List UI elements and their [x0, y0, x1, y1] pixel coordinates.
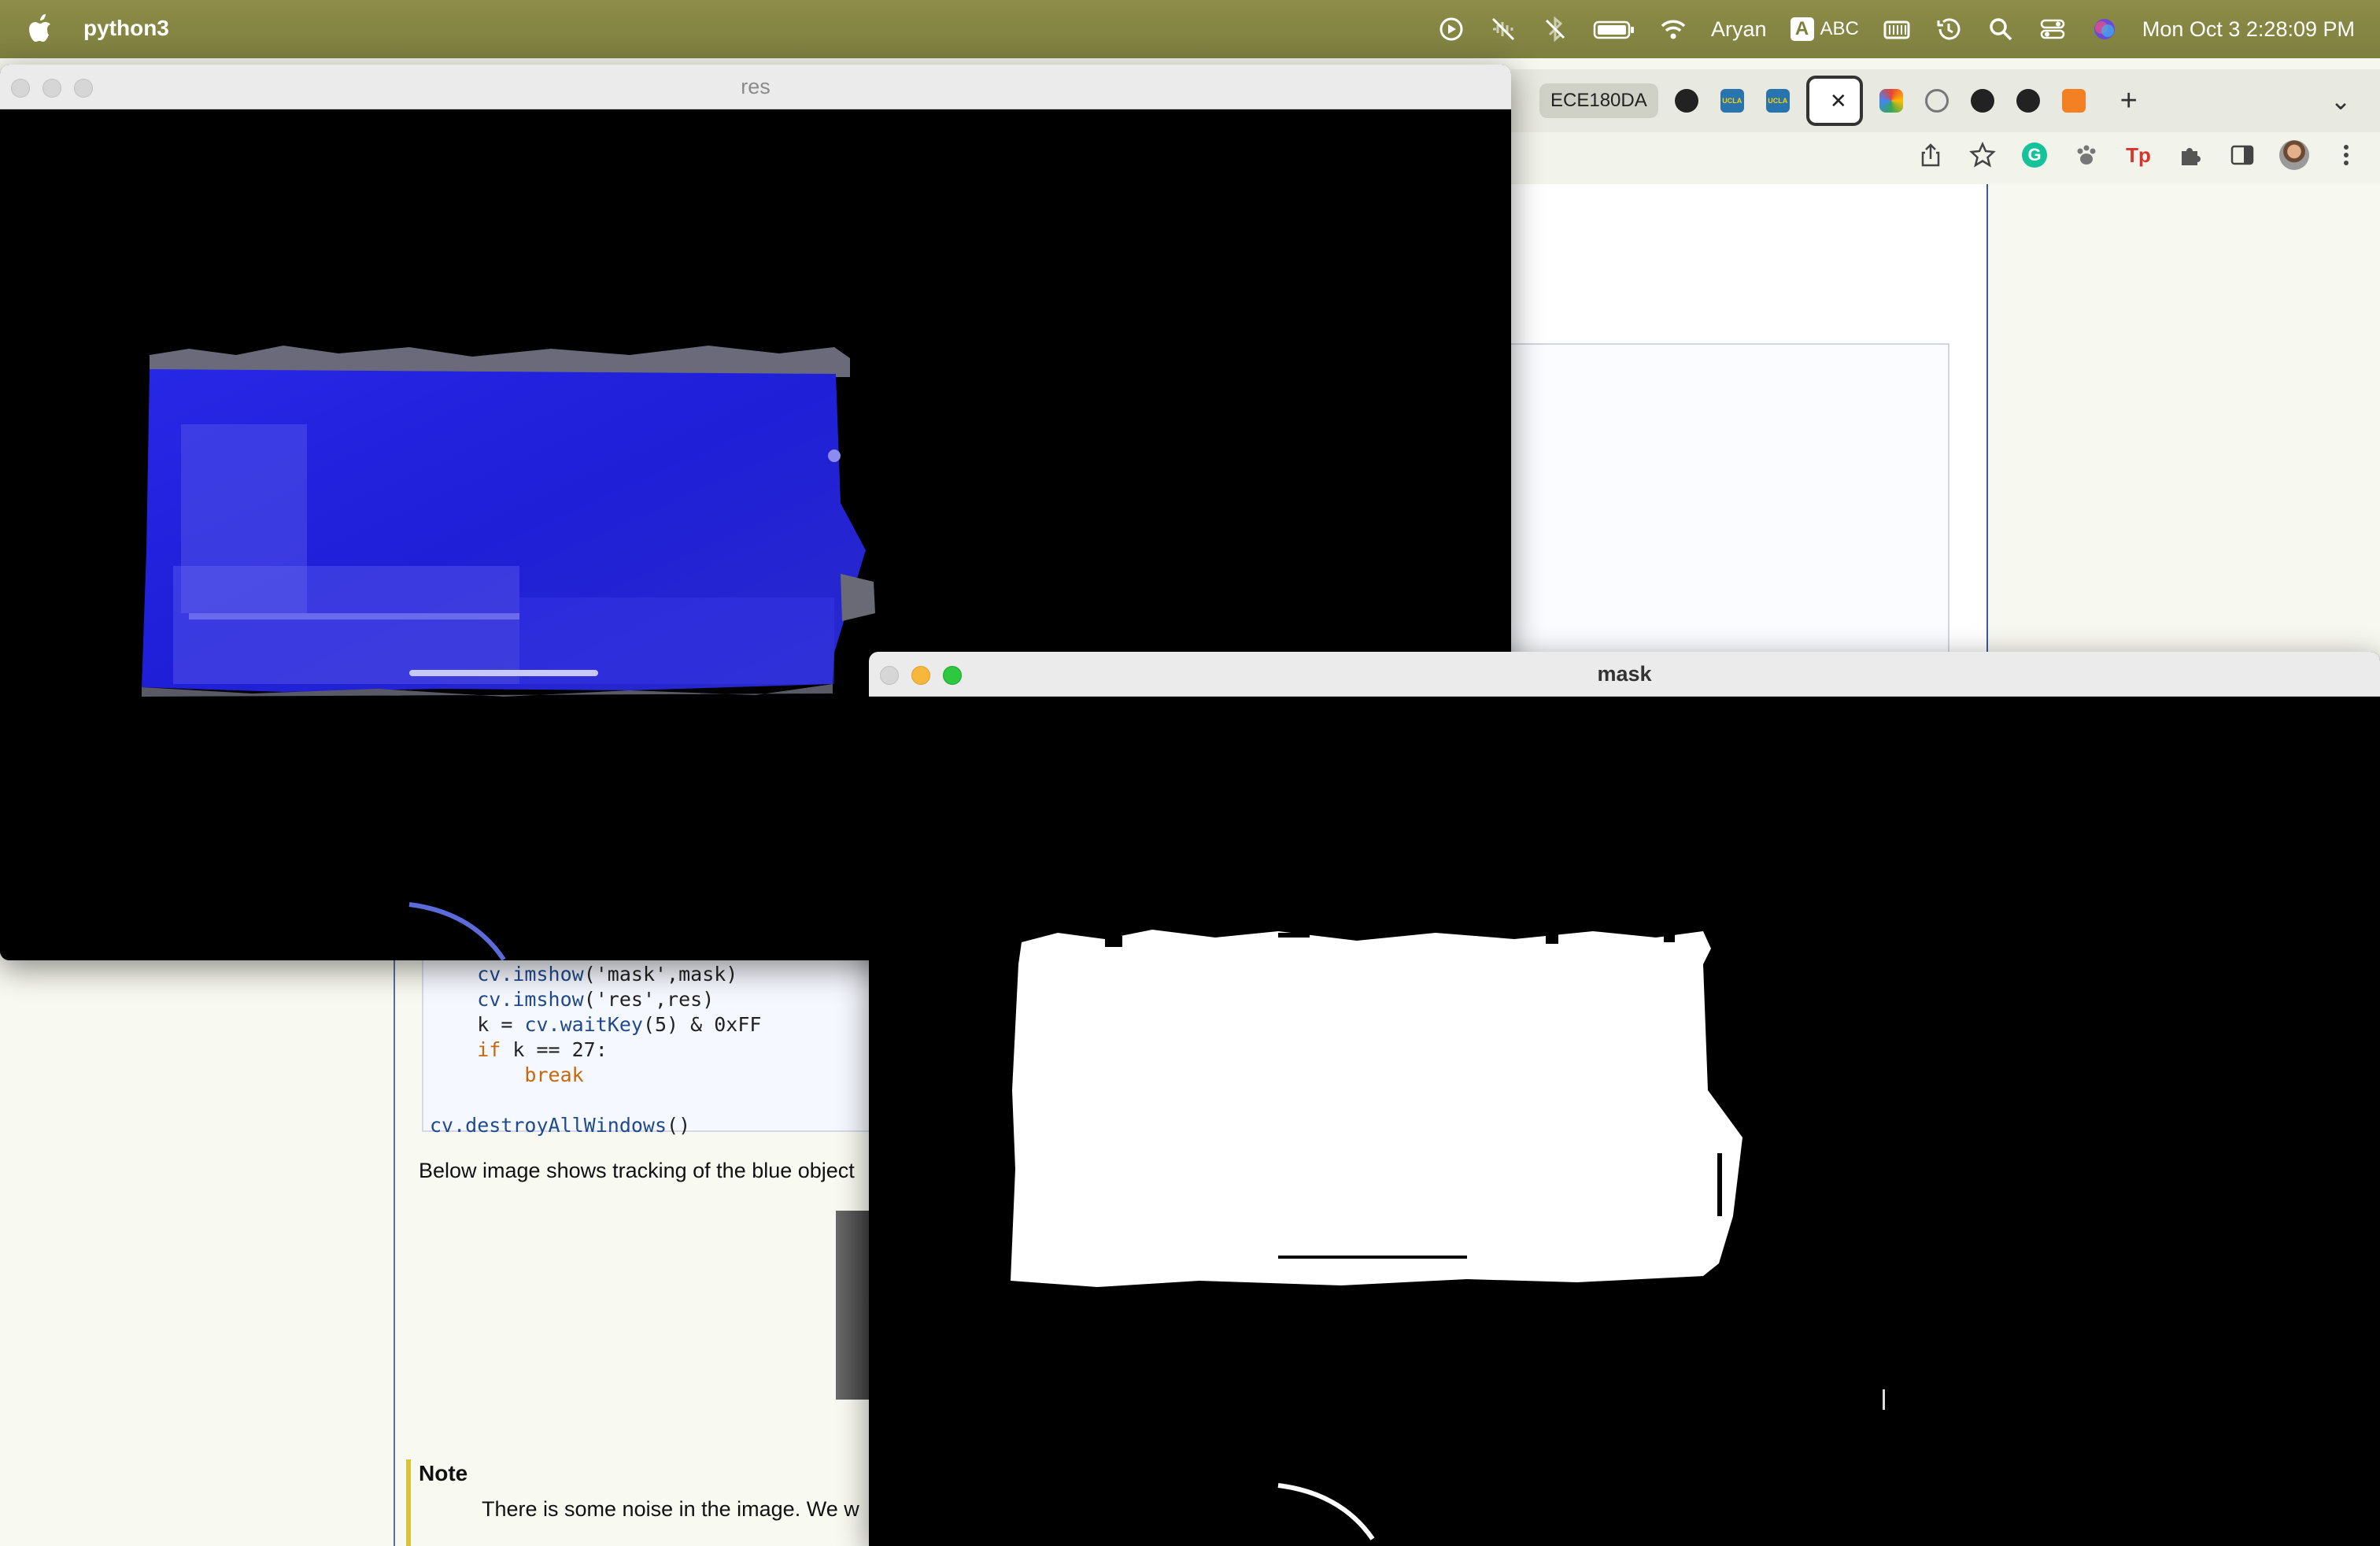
bluetooth-icon[interactable]: [1541, 15, 1569, 43]
tab-globe[interactable]: [1920, 83, 1954, 118]
color-app-icon: [1879, 89, 1903, 113]
user-name[interactable]: Aryan: [1711, 17, 1767, 42]
github-icon: [1970, 89, 1994, 113]
grammarly-icon[interactable]: G: [2020, 140, 2049, 170]
time-machine-icon[interactable]: [1935, 15, 1963, 43]
input-source-letter: A: [1790, 17, 1814, 41]
window-controls: [880, 666, 962, 685]
battery-icon[interactable]: [1593, 15, 1635, 43]
wifi-icon[interactable]: [1659, 15, 1687, 43]
tab-ece180da[interactable]: ECE180DA: [1539, 83, 1658, 118]
browser-tab-strip: ECE180DA UCLA UCLA ✕ + ⌄: [1511, 69, 2380, 132]
control-center-icon[interactable]: [2038, 15, 2067, 43]
mask-image-canvas[interactable]: [869, 697, 2380, 1546]
code-line: cv.imshow('res',res): [477, 988, 715, 1011]
note-accent-bar: [406, 1459, 411, 1546]
tab-active[interactable]: ✕: [1805, 76, 1863, 126]
active-app-name[interactable]: python3: [83, 16, 169, 41]
mask-frame-image: [1011, 930, 1885, 1540]
input-source-label: ABC: [1820, 18, 1859, 39]
share-icon[interactable]: [1916, 140, 1946, 170]
close-button[interactable]: [11, 79, 30, 98]
ucla-icon: UCLA: [1720, 89, 1744, 113]
tab-github-2[interactable]: [1965, 83, 2000, 118]
ucla-icon: UCLA: [1765, 89, 1790, 113]
docs-paragraph: Below image shows tracking of the blue o…: [419, 1159, 855, 1182]
new-tab-button[interactable]: +: [2112, 83, 2146, 118]
tracking-demo-image: [836, 1211, 874, 1400]
apple-logo-icon[interactable]: [28, 13, 55, 44]
page-right-pane: [1986, 184, 2380, 656]
menubar-clock[interactable]: Mon Oct 3 2:28:09 PM: [2142, 17, 2355, 42]
tab-stackoverflow[interactable]: [2057, 83, 2091, 118]
input-source[interactable]: A ABC: [1790, 17, 1859, 41]
window-controls: [11, 79, 93, 98]
github-icon: [2016, 89, 2040, 113]
browser-toolbar: G Tp: [1511, 132, 2380, 185]
tab-github-3[interactable]: [2011, 83, 2046, 118]
siri-icon[interactable]: [2090, 15, 2119, 43]
avatar-image: [2279, 140, 2309, 170]
bookmark-star-icon[interactable]: [1968, 140, 1998, 170]
menu-bar: python3 Aryan A ABC Mon Oct 3 2:28:09 PM: [0, 0, 2380, 58]
mask-window-title: mask: [1597, 661, 1652, 686]
side-panel-icon[interactable]: [2227, 140, 2257, 170]
tab-ucla-2[interactable]: UCLA: [1761, 83, 1795, 118]
grammarly-letter: G: [2022, 142, 2047, 168]
docs-sidebar-divider: [394, 960, 395, 1546]
stackoverflow-icon: [2061, 89, 2086, 113]
code-line: k = cv.waitKey(5) & 0xFF: [477, 1013, 762, 1036]
tp-extension-icon[interactable]: Tp: [2123, 140, 2153, 170]
mask-window[interactable]: mask: [869, 652, 2380, 1546]
code-line: cv.imshow('mask',mask): [477, 963, 738, 986]
res-window-title: res: [741, 74, 771, 98]
tp-label: Tp: [2126, 142, 2151, 167]
tab-github-1[interactable]: [1669, 83, 1704, 118]
page-content-box: [1511, 343, 1949, 660]
res-titlebar[interactable]: res: [0, 65, 1511, 109]
note-text: There is some noise in the image. We w: [482, 1497, 859, 1521]
tab-ucla-1[interactable]: UCLA: [1715, 83, 1750, 118]
note-title: Note: [419, 1461, 468, 1485]
tab-color-app[interactable]: [1874, 83, 1909, 118]
docs-page: cv.imshow('mask',mask) cv.imshow('res',r…: [0, 960, 874, 1546]
extensions-puzzle-icon[interactable]: [2175, 140, 2205, 170]
close-button[interactable]: [880, 666, 899, 685]
code-block: cv.imshow('mask',mask) cv.imshow('res',r…: [422, 960, 874, 1137]
browser-page-content: [1511, 184, 2380, 660]
profile-avatar[interactable]: [2279, 140, 2309, 170]
spotlight-icon[interactable]: [1986, 15, 2015, 43]
tab-close-icon[interactable]: ✕: [1830, 89, 1847, 113]
mask-titlebar[interactable]: mask: [869, 652, 2380, 697]
play-circle-icon[interactable]: [1437, 15, 1465, 43]
zoom-button[interactable]: [74, 79, 93, 98]
code-line: cv.destroyAllWindows(): [430, 1114, 691, 1137]
globe-icon: [1924, 89, 1949, 113]
minimize-button[interactable]: [42, 79, 61, 98]
code-line: if k == 27:: [477, 1038, 608, 1061]
zoom-button[interactable]: [943, 666, 962, 685]
sound-off-icon[interactable]: [1489, 15, 1517, 43]
tab-search-chevron-icon[interactable]: ⌄: [2323, 83, 2358, 118]
github-icon: [1674, 89, 1698, 113]
active-tab-favicon-icon: [1822, 89, 1830, 113]
minimize-button[interactable]: [911, 666, 930, 685]
paw-extension-icon[interactable]: [2071, 140, 2101, 170]
code-line: break: [524, 1063, 584, 1086]
kebab-menu-icon[interactable]: [2331, 140, 2361, 170]
code-line: ​: [423, 1088, 872, 1113]
keyboard-icon[interactable]: [1883, 15, 1911, 43]
